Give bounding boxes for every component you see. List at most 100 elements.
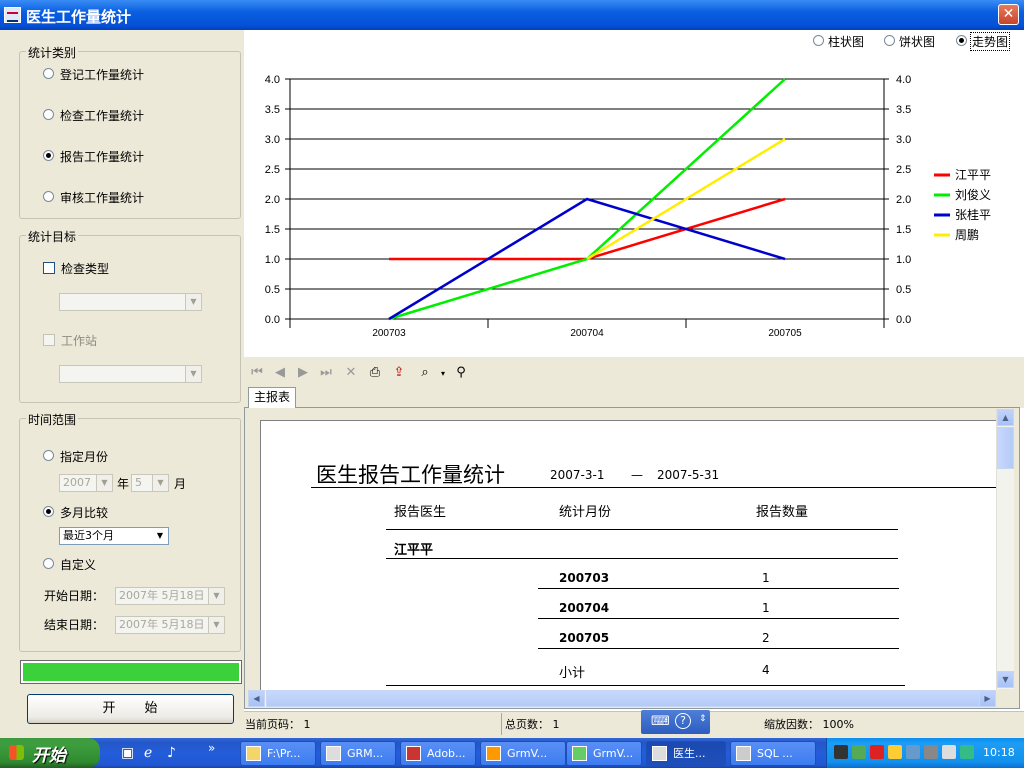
scroll-left-button[interactable]: ◀ bbox=[248, 690, 265, 707]
multi-month-label[interactable]: 多月比较 bbox=[60, 504, 108, 521]
tray-lock-icon[interactable] bbox=[888, 745, 902, 759]
chevron-down-icon: ▼ bbox=[185, 366, 201, 382]
quicklaunch-more-icon[interactable]: » bbox=[208, 741, 215, 755]
radio-multi-month[interactable] bbox=[43, 506, 54, 517]
windows-start-button[interactable]: 开始 bbox=[0, 738, 100, 768]
end-date-picker[interactable]: 2007年 5月18日 ▼ bbox=[115, 616, 225, 634]
y-tick-label-right: 0.0 bbox=[896, 314, 911, 326]
multi-month-select[interactable]: 最近3个月 ▼ bbox=[59, 527, 169, 545]
start-date-picker[interactable]: 2007年 5月18日 ▼ bbox=[115, 587, 225, 605]
task-grmv1[interactable]: GrmV... bbox=[480, 741, 566, 766]
ime-arrows-icon[interactable]: ⇕ bbox=[699, 714, 707, 724]
export-button[interactable]: ⇪ bbox=[391, 365, 407, 380]
workstation-checkbox[interactable] bbox=[43, 334, 55, 346]
find-button[interactable]: ⚲ bbox=[453, 365, 469, 380]
table-row-month: 200704 bbox=[559, 601, 610, 615]
year-select[interactable]: 2007 ▼ bbox=[59, 474, 113, 492]
row-rule bbox=[538, 618, 899, 619]
chevron-down-icon: ▼ bbox=[152, 528, 168, 544]
horizontal-scrollbar[interactable]: ◀ ▶ bbox=[248, 690, 996, 707]
pie-chart-tab[interactable]: 饼状图 bbox=[899, 33, 935, 50]
radio-review-stat[interactable] bbox=[43, 191, 54, 202]
keyboard-icon[interactable]: ⌨ bbox=[651, 714, 670, 729]
legend-label: 张桂平 bbox=[955, 207, 991, 222]
task-sql[interactable]: SQL ... bbox=[730, 741, 816, 766]
start-button[interactable]: 开 始 bbox=[27, 694, 234, 724]
last-page-button[interactable]: ⏭ bbox=[318, 365, 334, 380]
check-type-select[interactable]: ▼ bbox=[59, 293, 202, 311]
title-bar[interactable]: 医生工作量统计 bbox=[0, 0, 1024, 30]
start-date-value: 2007年 5月18日 bbox=[119, 589, 205, 602]
tray-icon-2[interactable] bbox=[852, 745, 866, 759]
tray-icon-1[interactable] bbox=[834, 745, 848, 759]
doctor-rule bbox=[386, 558, 898, 559]
print-button[interactable]: ⎙ bbox=[367, 365, 383, 380]
task-explorer[interactable]: F:\Pr... bbox=[240, 741, 316, 766]
task-adobe[interactable]: Adob... bbox=[400, 741, 476, 766]
zoom-button[interactable]: ⌕ bbox=[417, 365, 433, 380]
workstation-label[interactable]: 工作站 bbox=[61, 332, 97, 349]
hscroll-thumb[interactable] bbox=[266, 690, 980, 707]
zoom-dropdown[interactable]: ▾ bbox=[435, 369, 451, 378]
month-select[interactable]: 5 ▼ bbox=[131, 474, 169, 492]
ie-icon[interactable]: ℯ bbox=[144, 745, 152, 761]
tray-icon-8[interactable] bbox=[960, 745, 974, 759]
radio-pie-chart[interactable] bbox=[884, 35, 895, 46]
prev-page-button[interactable]: ◀ bbox=[272, 365, 288, 380]
scroll-right-button[interactable]: ▶ bbox=[979, 690, 996, 707]
help-icon[interactable]: ? bbox=[675, 713, 691, 729]
show-desktop-icon[interactable]: ▣ bbox=[121, 745, 134, 761]
task-label: SQL ... bbox=[757, 747, 793, 760]
radio-exam-stat[interactable] bbox=[43, 109, 54, 120]
tray-icon-6[interactable] bbox=[924, 745, 938, 759]
y-tick-label-right: 1.5 bbox=[896, 224, 911, 236]
check-type-label[interactable]: 检查类型 bbox=[61, 260, 109, 277]
close-window-button[interactable]: ✕ bbox=[998, 4, 1019, 25]
legend-label: 周鹏 bbox=[955, 228, 979, 242]
task-label: Adob... bbox=[427, 747, 466, 760]
radio-custom[interactable] bbox=[43, 558, 54, 569]
ime-toolbar[interactable]: ⌨ ? ⇕ bbox=[641, 710, 710, 734]
row-rule bbox=[538, 648, 899, 649]
vertical-scrollbar[interactable]: ▲ ▼ bbox=[996, 409, 1014, 689]
task-doctor-stats[interactable]: 医生... bbox=[646, 741, 726, 766]
specific-month-label[interactable]: 指定月份 bbox=[60, 448, 108, 465]
year-value: 2007 bbox=[63, 476, 91, 489]
scroll-down-button[interactable]: ▼ bbox=[997, 671, 1014, 688]
end-date-value: 2007年 5月18日 bbox=[119, 618, 205, 631]
x-tick-label: 200704 bbox=[570, 328, 604, 339]
radio-report-stat[interactable] bbox=[43, 150, 54, 161]
trend-chart-tab[interactable]: 走势图 bbox=[970, 32, 1011, 51]
register-stat-label[interactable]: 登记工作量统计 bbox=[60, 66, 144, 83]
progress-fill bbox=[23, 663, 239, 681]
tray-icon-5[interactable] bbox=[906, 745, 920, 759]
review-stat-label[interactable]: 审核工作量统计 bbox=[60, 189, 144, 206]
next-page-button[interactable]: ▶ bbox=[295, 365, 311, 380]
tray-icon-3[interactable] bbox=[870, 745, 884, 759]
task-grmv2[interactable]: GrmV... bbox=[566, 741, 642, 766]
radio-register-stat[interactable] bbox=[43, 68, 54, 79]
report-stat-label[interactable]: 报告工作量统计 bbox=[60, 148, 144, 165]
tray-icon-7[interactable] bbox=[942, 745, 956, 759]
custom-label[interactable]: 自定义 bbox=[60, 556, 96, 573]
scroll-up-button[interactable]: ▲ bbox=[997, 409, 1014, 426]
exam-stat-label[interactable]: 检查工作量统计 bbox=[60, 107, 144, 124]
scroll-thumb[interactable] bbox=[997, 427, 1014, 469]
radio-bar-chart[interactable] bbox=[813, 35, 824, 46]
bar-chart-tab[interactable]: 柱状图 bbox=[828, 33, 864, 50]
month-value: 5 bbox=[135, 476, 142, 489]
tab-main-report[interactable]: 主报表 bbox=[248, 387, 296, 408]
first-page-button[interactable]: ⏮ bbox=[249, 365, 265, 380]
y-tick-label: 2.5 bbox=[265, 164, 280, 176]
radio-specific-month[interactable] bbox=[43, 450, 54, 461]
task-label: F:\Pr... bbox=[267, 747, 301, 760]
chevron-down-icon: ▼ bbox=[96, 475, 112, 491]
media-icon[interactable]: ♪ bbox=[167, 745, 176, 761]
task-grm1[interactable]: GRM... bbox=[320, 741, 396, 766]
start-date-label: 开始日期： bbox=[44, 589, 105, 603]
close-report-button[interactable]: ✕ bbox=[343, 365, 359, 380]
workstation-select[interactable]: ▼ bbox=[59, 365, 202, 383]
check-type-checkbox[interactable] bbox=[43, 262, 55, 274]
radio-trend-chart[interactable] bbox=[956, 35, 967, 46]
windows-logo-icon bbox=[9, 745, 24, 760]
